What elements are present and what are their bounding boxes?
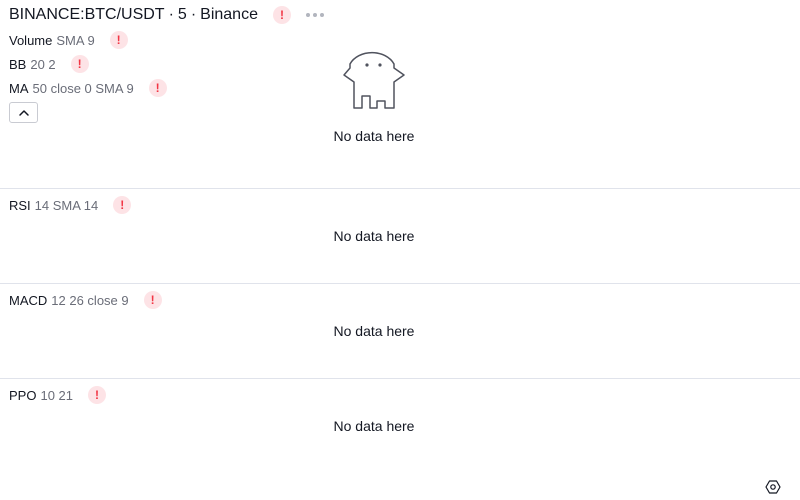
indicator-legend-ma[interactable]: MA 50 close 0 SMA 9 ! <box>9 79 167 97</box>
title-separator: · <box>190 6 197 23</box>
main-chart-pane: BINANCE:BTC/USDT · 5 · Binance ! Volume … <box>0 0 800 188</box>
indicator-name: Volume <box>9 32 53 48</box>
macd-pane: MACD 12 26 close 9 ! No data here <box>0 284 800 378</box>
symbol-legend[interactable]: BINANCE:BTC/USDT · 5 · Binance ! <box>9 6 291 24</box>
indicator-error-icon[interactable]: ! <box>113 196 132 214</box>
ellipsis-icon[interactable] <box>306 13 324 17</box>
indicator-name: RSI <box>9 197 31 213</box>
indicator-name: MACD <box>9 292 48 308</box>
indicator-legend-macd[interactable]: MACD 12 26 close 9 ! <box>9 291 162 309</box>
indicator-error-icon[interactable]: ! <box>148 79 167 97</box>
symbol-error-icon[interactable]: ! <box>272 6 291 24</box>
indicator-legend-rsi[interactable]: RSI 14 SMA 14 ! <box>9 196 132 214</box>
indicator-error-icon[interactable]: ! <box>70 55 89 73</box>
no-data-message: No data here <box>333 418 415 434</box>
indicator-legend-bb[interactable]: BB 20 2 ! <box>9 55 89 73</box>
indicator-params: 12 26 close 9 <box>51 292 129 308</box>
indicator-error-icon[interactable]: ! <box>109 31 128 49</box>
indicator-name: PPO <box>9 387 37 403</box>
no-data-message: No data here <box>333 128 415 144</box>
ppo-pane: PPO 10 21 ! No data here <box>0 379 800 500</box>
title-separator: · <box>168 6 174 23</box>
indicator-legend-ppo[interactable]: PPO 10 21 ! <box>9 386 107 404</box>
chevron-up-icon <box>18 109 29 116</box>
indicator-params: SMA 9 <box>56 32 95 48</box>
indicator-params: 10 21 <box>40 387 74 403</box>
no-data-message: No data here <box>333 228 415 244</box>
rsi-pane: RSI 14 SMA 14 ! No data here <box>0 189 800 283</box>
indicator-legend-volume[interactable]: Volume SMA 9 ! <box>9 31 128 49</box>
no-data-message: No data here <box>333 323 415 339</box>
indicator-params: 14 SMA 14 <box>34 197 99 213</box>
symbol-name: BINANCE:BTC/USDT <box>9 6 165 23</box>
exchange-label: Binance <box>200 6 258 23</box>
gear-icon[interactable] <box>765 479 781 495</box>
interval-label: 5 <box>177 6 187 23</box>
indicator-name: BB <box>9 56 27 72</box>
ghost-icon <box>343 51 405 109</box>
indicator-params: 20 2 <box>30 56 56 72</box>
indicator-name: MA <box>9 80 29 96</box>
indicator-error-icon[interactable]: ! <box>143 291 162 309</box>
indicator-error-icon[interactable]: ! <box>88 386 107 404</box>
collapse-legend-button[interactable] <box>9 102 38 123</box>
indicator-params: 50 close 0 SMA 9 <box>32 80 134 96</box>
